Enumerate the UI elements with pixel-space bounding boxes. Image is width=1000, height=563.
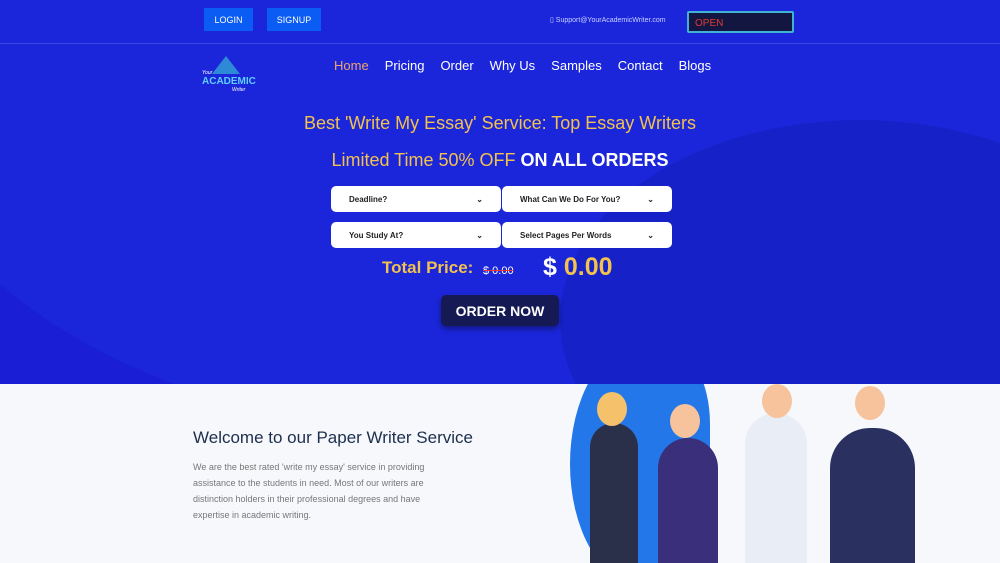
deadline-select[interactable]: Deadline? ⌄ [331,186,501,212]
study-level-select[interactable]: You Study At? ⌄ [331,222,501,248]
nav-why-us[interactable]: Why Us [490,58,536,73]
main-nav: Home Pricing Order Why Us Samples Contac… [334,58,711,73]
welcome-title: Welcome to our Paper Writer Service [193,428,473,447]
old-price: $ 0.00 [483,265,514,277]
chevron-down-icon: ⌄ [647,195,654,204]
total-price-label: Total Price: [382,258,474,277]
chevron-down-icon: ⌄ [647,231,654,240]
support-email[interactable]: Support@YourAcademicWriter.com [556,17,666,24]
logo-text: ACADEMIC [202,76,256,87]
service-select[interactable]: What Can We Do For You? ⌄ [502,186,672,212]
person-head [670,404,700,438]
login-button[interactable]: LOGIN [204,8,253,31]
offer-label: Limited Time 50% OFF [331,150,516,170]
select-label: What Can We Do For You? [520,195,621,204]
divider [0,43,1000,44]
person-illustration [745,413,807,563]
signup-button[interactable]: SIGNUP [267,8,321,31]
select-label: You Study At? [349,231,404,240]
logo[interactable]: Your ACADEMIC Writer [202,56,256,94]
person-illustration [658,438,718,563]
nav-samples[interactable]: Samples [551,58,602,73]
person-head [762,384,792,418]
price-value: 0.00 [563,253,613,281]
order-now-button[interactable]: ORDER NOW [441,295,559,326]
offer-text: Limited Time 50% OFF ON ALL ORDERS [0,150,1000,171]
hero-section: LOGIN SIGNUP ▯ Support@YourAcademicWrite… [0,0,1000,384]
nav-pricing[interactable]: Pricing [385,58,425,73]
select-label: Select Pages Per Words [520,231,612,240]
currency: $ [543,253,557,281]
support-email-link[interactable]: ▯ Support@YourAcademicWriter.com [550,16,666,24]
person-head [855,386,885,420]
nav-order[interactable]: Order [440,58,473,73]
open-sign: OPEN [687,11,794,33]
page-title: Best 'Write My Essay' Service: Top Essay… [304,113,696,133]
offer-bold: ON ALL ORDERS [520,150,669,170]
pages-select[interactable]: Select Pages Per Words ⌄ [502,222,672,248]
nav-blogs[interactable]: Blogs [679,58,712,73]
logo-mountain-icon [212,56,240,74]
nav-home[interactable]: Home [334,58,369,73]
writers-illustration [570,384,1000,563]
welcome-text: We are the best rated 'write my essay' s… [193,462,425,520]
logo-text: Writer [232,87,246,93]
total-price: $ 0.00 [543,253,613,282]
person-head [597,392,627,426]
chevron-down-icon: ⌄ [476,195,483,204]
person-illustration [590,423,638,563]
chevron-down-icon: ⌄ [476,231,483,240]
person-illustration [830,428,915,563]
select-label: Deadline? [349,195,388,204]
nav-contact[interactable]: Contact [618,58,663,73]
